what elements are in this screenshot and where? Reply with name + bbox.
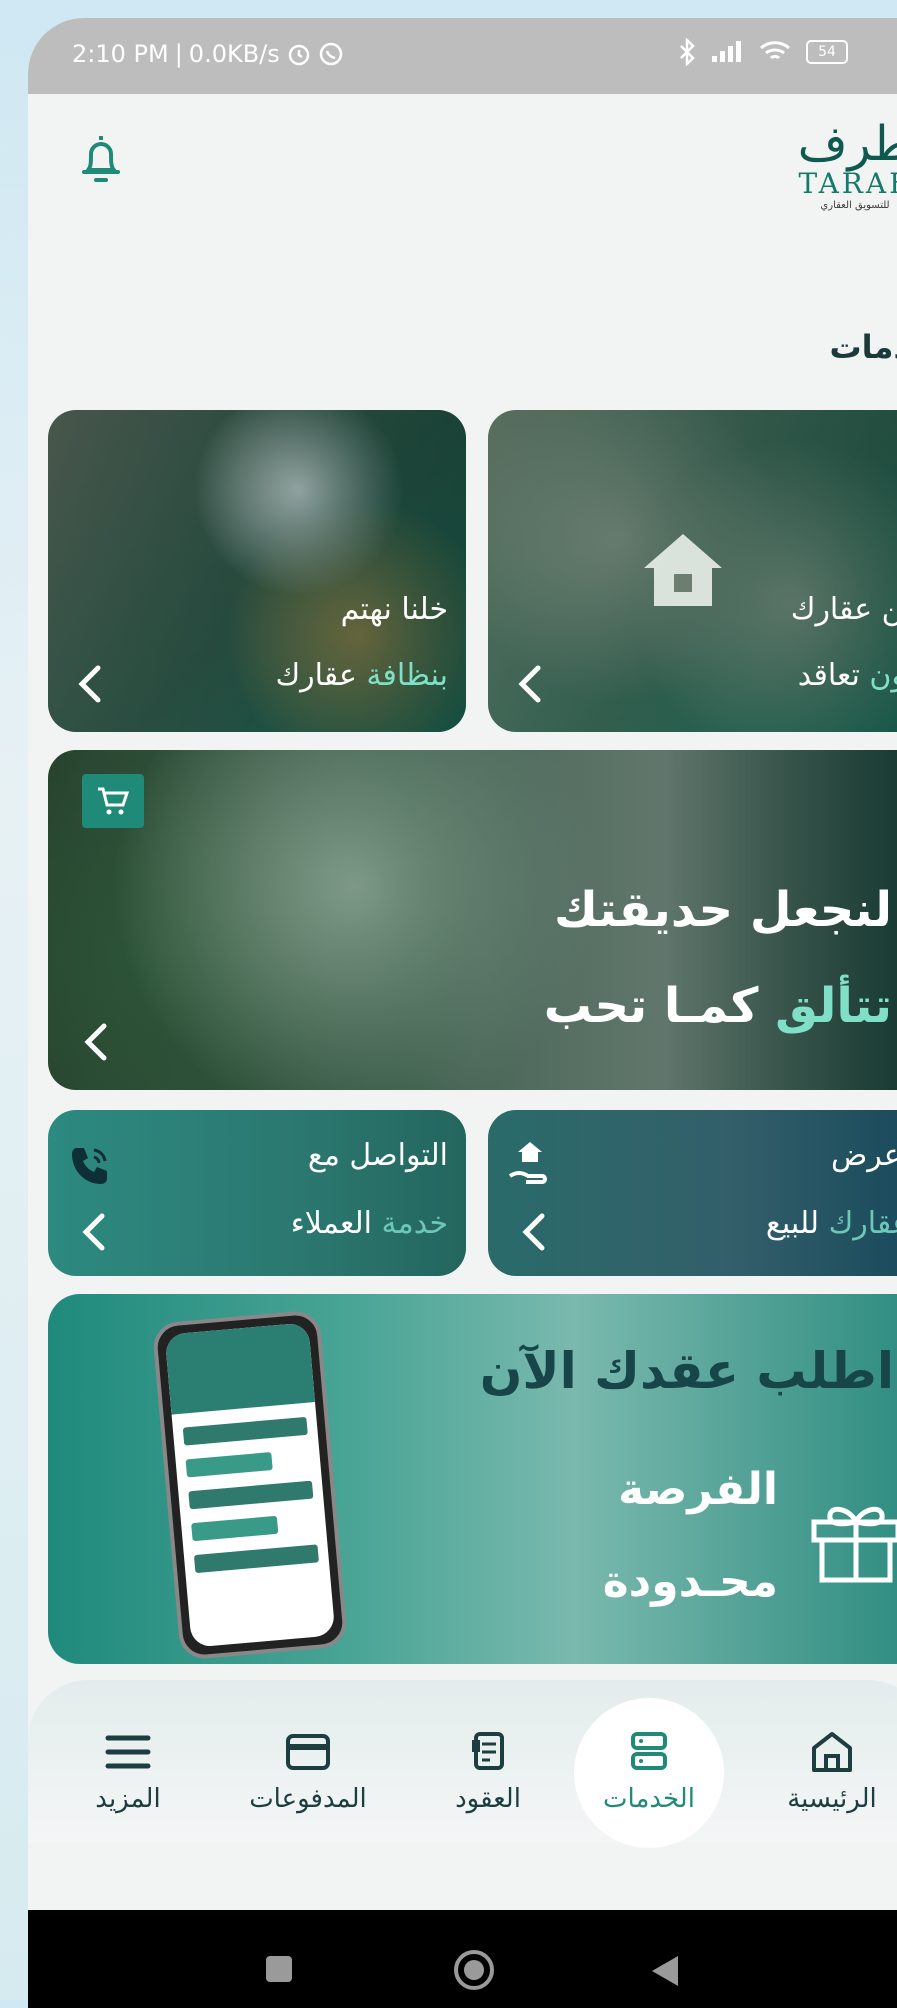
nav-more[interactable]: المزيد: [58, 1726, 198, 1814]
sell-property-card[interactable]: اعرض عقارك للبيع: [488, 1110, 897, 1276]
home-button[interactable]: [452, 1948, 496, 1992]
promo-line3: محـدودة: [602, 1556, 778, 1607]
support-highlight: خدمة: [381, 1206, 448, 1241]
system-nav-bar: [28, 1910, 897, 2008]
gift-icon: [811, 1506, 897, 1583]
chevron-left-icon[interactable]: [510, 662, 550, 706]
status-right: 54: [678, 38, 848, 66]
wifi-icon: [760, 41, 790, 60]
garden-line1: لنجعل حديقتك: [553, 882, 892, 938]
sell-line1: اعرض: [830, 1138, 897, 1173]
logo-subtitle: للتسويق العقاري: [820, 200, 890, 211]
garden-highlight: تتألق: [775, 978, 892, 1034]
bell-icon[interactable]: [76, 130, 126, 190]
garden-rest: كمـا تحب: [543, 978, 776, 1034]
garden-card[interactable]: لنجعل حديقتك تتألق كمـا تحب: [48, 750, 897, 1090]
bottom-nav: الرئيسية الخدمات العقود المدفوعات المزيد: [28, 1680, 897, 1848]
nav-payments[interactable]: المدفوعات: [238, 1726, 378, 1814]
cart-icon[interactable]: [82, 774, 144, 828]
support-rest: العملاء: [290, 1206, 382, 1241]
garden-line2: تتألق كمـا تحب: [544, 978, 892, 1034]
phone-screen: 2:10 PM | 0.0KB/s 54 طرف TARAF للتسويق ا…: [28, 18, 897, 2008]
cleaning-rest: عقارك: [275, 658, 367, 693]
whatsapp-icon: [319, 42, 343, 66]
cleaning-card[interactable]: خلنا نهتم بنظافة عقارك: [48, 410, 466, 732]
nav-payments-label: المدفوعات: [249, 1784, 367, 1814]
promo-banner[interactable]: اطلب عقدك الآن الفرصة محـدودة: [48, 1294, 897, 1664]
nav-services-label: الخدمات: [603, 1784, 695, 1814]
nav-home-label: الرئيسية: [787, 1784, 877, 1814]
recents-button[interactable]: [262, 1952, 296, 1986]
nav-services[interactable]: الخدمات: [579, 1726, 719, 1814]
status-time: 2:10 PM: [72, 40, 169, 68]
brand-logo: طرف TARAF للتسويق العقاري: [780, 118, 897, 228]
status-bar: 2:10 PM | 0.0KB/s 54: [28, 18, 897, 94]
signal-icon: [712, 41, 741, 62]
home-icon: [812, 1732, 852, 1772]
chevron-left-icon[interactable]: [76, 1020, 116, 1064]
page-title: الخدمات: [829, 328, 897, 366]
alarm-icon: [288, 44, 310, 66]
nav-more-label: المزيد: [95, 1784, 161, 1814]
logo-english: TARAF: [798, 167, 897, 200]
services-icon: [631, 1732, 667, 1770]
cleaning-highlight: بنظافة: [366, 658, 448, 693]
hand-house-icon: [508, 1142, 547, 1184]
contracts-icon: [472, 1732, 504, 1770]
maintenance-line2: بدون تعاقد: [798, 658, 897, 693]
support-line2: خدمة العملاء: [291, 1206, 448, 1241]
phone-call-icon: [72, 1148, 107, 1184]
maintenance-line1: صُن عقارك: [790, 592, 897, 627]
sell-rest: للبيع: [765, 1206, 829, 1241]
chevron-left-icon[interactable]: [74, 1210, 114, 1254]
card-icon: [286, 1734, 330, 1770]
sell-highlight: عقارك: [828, 1206, 897, 1241]
promo-line2: الفرصة: [618, 1464, 778, 1515]
nav-home[interactable]: الرئيسية: [762, 1726, 897, 1814]
menu-icon: [105, 1735, 151, 1769]
nav-contracts[interactable]: العقود: [418, 1726, 558, 1814]
chevron-left-icon[interactable]: [70, 662, 110, 706]
back-button[interactable]: [648, 1952, 682, 1990]
logo-arabic: طرف: [797, 116, 897, 172]
support-line1: التواصل مع: [307, 1138, 448, 1173]
nav-contracts-label: العقود: [455, 1784, 521, 1814]
status-net-speed: 0.0KB/s: [188, 40, 280, 68]
customer-support-card[interactable]: التواصل مع خدمة العملاء: [48, 1110, 466, 1276]
app-mockup-image: [151, 1309, 349, 1661]
cleaning-line1: خلنا نهتم: [340, 592, 448, 627]
maintenance-rest: تعاقد: [797, 658, 870, 693]
status-divider: |: [174, 40, 183, 68]
status-left: 2:10 PM | 0.0KB/s: [72, 40, 344, 68]
house-icon: [644, 534, 722, 606]
promo-title: اطلب عقدك الآن: [479, 1342, 894, 1400]
cleaning-line2: بنظافة عقارك: [275, 658, 448, 693]
bluetooth-icon: [680, 38, 695, 66]
maintenance-card[interactable]: صُن عقارك بدون تعاقد: [488, 410, 897, 732]
battery-icon: 54: [806, 40, 848, 64]
maintenance-highlight: بدون: [869, 658, 897, 693]
chevron-left-icon[interactable]: [514, 1210, 554, 1254]
sell-line2: عقارك للبيع: [766, 1206, 897, 1241]
